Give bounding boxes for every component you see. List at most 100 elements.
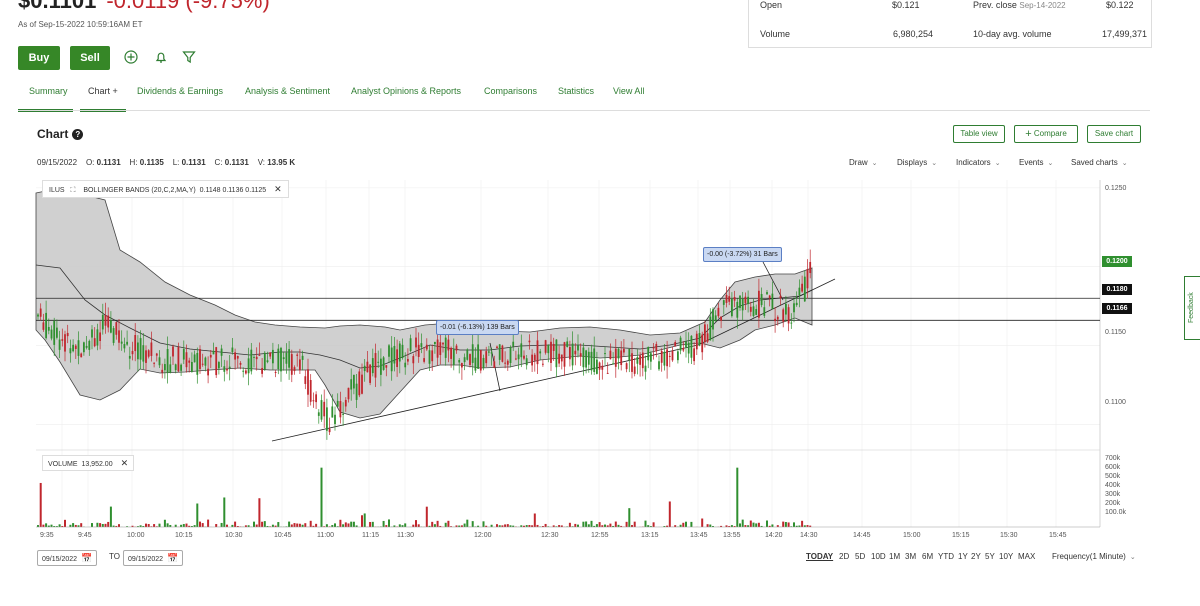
candle [299, 359, 301, 371]
candle [204, 357, 207, 366]
y-tick-label: 0.1250 [1105, 185, 1127, 192]
candle [452, 349, 455, 365]
volume-bar [258, 498, 261, 527]
volume-bar [604, 524, 606, 527]
candle [612, 363, 614, 365]
candle [304, 376, 307, 384]
volume-bar [782, 521, 785, 527]
candle [682, 347, 685, 351]
volume-tick-label: 100.0k [1105, 509, 1127, 516]
candle [466, 349, 469, 360]
x-tick-label: 11:30 [397, 532, 414, 539]
range-5y[interactable]: 5Y [985, 552, 995, 561]
candle [563, 342, 566, 367]
range-6m[interactable]: 6M [922, 552, 933, 561]
range-1y[interactable]: 1Y [958, 552, 968, 561]
candle [485, 351, 488, 364]
candle [625, 363, 628, 370]
volume-bar [69, 524, 72, 527]
volume-bar [628, 508, 631, 527]
candle [226, 368, 228, 371]
feedback-tab[interactable]: Feedback [1184, 276, 1200, 340]
candle [118, 330, 120, 343]
range-2y[interactable]: 2Y [971, 552, 981, 561]
candle [269, 352, 272, 357]
range-3m[interactable]: 3M [905, 552, 916, 561]
candle [674, 342, 677, 347]
candle [61, 339, 64, 341]
candle [188, 360, 191, 363]
volume-bar [158, 523, 161, 527]
candle [339, 401, 342, 418]
volume-bar [263, 521, 266, 527]
close-icon[interactable]: ✕ [274, 184, 282, 194]
range-5d[interactable]: 5D [855, 552, 865, 561]
volume-bar [544, 523, 547, 527]
candle [64, 334, 66, 352]
candle [528, 340, 531, 343]
volume-bar [50, 524, 53, 527]
range-max[interactable]: MAX [1018, 552, 1035, 561]
range-10d[interactable]: 10D [871, 552, 886, 561]
candle [509, 347, 512, 364]
measure-annotation[interactable]: -0.01 (-6.13%) 139 Bars [436, 320, 519, 335]
candle [655, 343, 658, 352]
candle [479, 350, 482, 371]
indicator-name: BOLLINGER BANDS (20,C,2,MA,Y) [83, 187, 196, 194]
volume-bar [182, 524, 185, 527]
frequency-select[interactable]: Frequency(1 Minute) ⌄ [1052, 552, 1136, 561]
candle [409, 338, 412, 351]
candle [596, 359, 598, 374]
indicator-legend: ILUS ⛶ BOLLINGER BANDS (20,C,2,MA,Y) 0.1… [42, 180, 289, 198]
candle [515, 358, 517, 360]
x-tick-label: 10:30 [225, 532, 243, 539]
x-tick-label: 13:15 [641, 532, 659, 539]
range-ytd[interactable]: YTD [938, 552, 954, 561]
volume-bar [431, 521, 434, 527]
candle [80, 353, 83, 358]
candle [315, 394, 317, 403]
volume-bar [633, 521, 636, 527]
volume-bar [147, 523, 150, 527]
candle [504, 362, 506, 364]
candle [668, 355, 671, 357]
candle [533, 354, 536, 361]
measure-annotation[interactable]: -0.00 (-3.72%) 31 Bars [703, 247, 782, 262]
calendar-icon[interactable]: 📅 [81, 553, 92, 563]
candle [169, 364, 172, 373]
volume-bar [787, 522, 790, 527]
candle [550, 341, 552, 363]
to-date-input[interactable]: 09/15/2022 📅 [123, 550, 184, 566]
volume-bar [490, 524, 493, 527]
x-tick-label: 15:30 [1000, 532, 1018, 539]
from-date-input[interactable]: 09/15/2022 📅 [37, 550, 98, 566]
candle [263, 352, 266, 370]
range-10y[interactable]: 10Y [999, 552, 1013, 561]
candle [199, 349, 201, 369]
volume-bar [433, 524, 436, 527]
candle [272, 349, 274, 364]
calendar-icon[interactable]: 📅 [167, 553, 178, 563]
candle [517, 354, 520, 360]
expand-icon[interactable]: ⛶ [71, 187, 76, 194]
candle [803, 276, 806, 302]
candle [177, 347, 180, 372]
candle [72, 344, 74, 352]
candle [37, 314, 39, 317]
candle [636, 357, 639, 364]
candle [461, 363, 463, 368]
candle [496, 346, 498, 349]
candle [552, 343, 555, 351]
volume-bar [99, 523, 102, 527]
price-chart[interactable] [0, 0, 1200, 606]
range-today[interactable]: TODAY [806, 552, 833, 561]
range-2d[interactable]: 2D [839, 552, 849, 561]
candle [450, 347, 452, 359]
candle [431, 350, 434, 362]
volume-bar [288, 521, 291, 527]
close-icon[interactable]: ✕ [121, 458, 129, 468]
candle [801, 283, 803, 292]
candle [212, 350, 215, 355]
candle [309, 380, 312, 402]
range-1m[interactable]: 1M [889, 552, 900, 561]
